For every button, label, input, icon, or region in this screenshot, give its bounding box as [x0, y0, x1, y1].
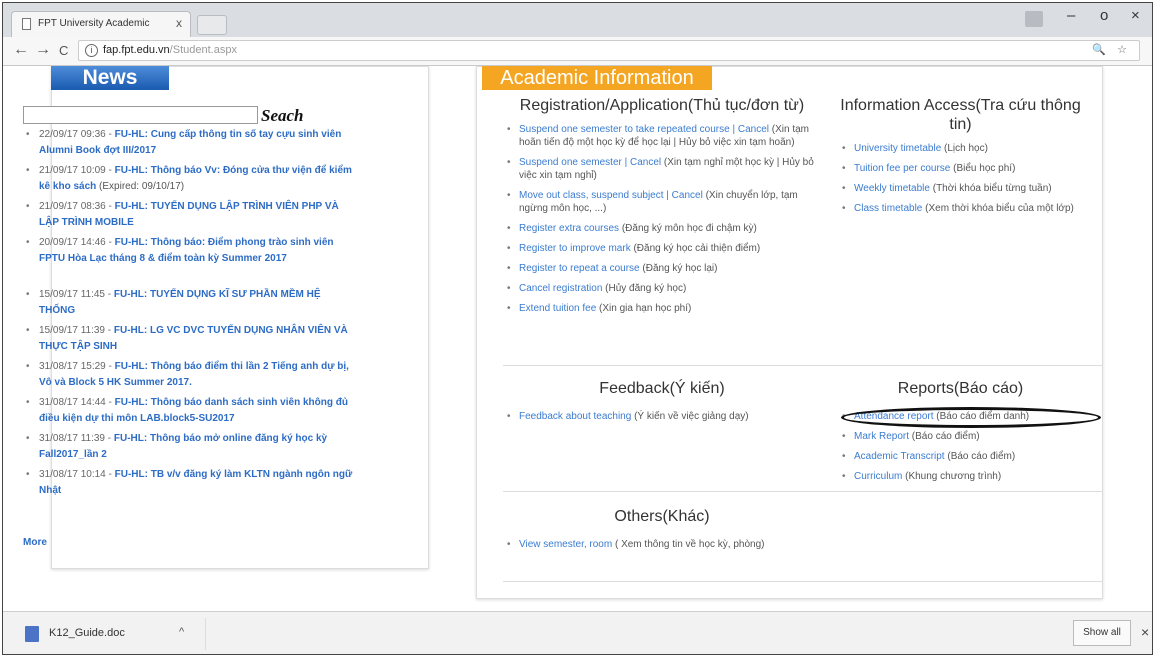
others-list: View semester, room ( Xem thông tin về h… — [503, 538, 821, 551]
news-item: 31/08/17 10:14 - FU-HL: TB v/v đăng ký l… — [23, 467, 353, 503]
list-item: Class timetable (Xem thời khóa biểu của … — [838, 202, 1093, 215]
page-icon — [22, 18, 31, 30]
list-item: Mark Report (Báo cáo điểm) — [838, 430, 1093, 443]
news-item: 31/08/17 11:39 - FU-HL: Thông báo mở onl… — [23, 431, 353, 467]
mark-report-link[interactable]: Mark Report — [854, 431, 909, 442]
section-divider — [503, 581, 1103, 582]
registration-link[interactable]: Cancel registration — [519, 283, 602, 294]
section-divider — [503, 365, 1103, 366]
minimize-button[interactable]: – — [1067, 7, 1075, 24]
list-item: University timetable (Lịch học) — [838, 142, 1093, 155]
url-path: /Student.aspx — [169, 44, 237, 56]
registration-link[interactable]: Suspend one semester to take repeated co… — [519, 124, 769, 135]
others-link[interactable]: View semester, room — [519, 539, 612, 550]
news-item: 15/09/17 11:45 - FU-HL: TUYỂN DỤNG KĨ SƯ… — [23, 287, 353, 323]
tab-close-icon[interactable]: x — [176, 16, 182, 30]
address-toolbar: ← → C i fap.fpt.edu.vn/Student.aspx 🔍 ☆ — [3, 37, 1152, 66]
news-search-input[interactable] — [23, 106, 258, 124]
chevron-up-icon[interactable]: ^ — [179, 626, 184, 638]
list-item: Cancel registration (Hủy đăng ký học) — [503, 282, 821, 295]
reload-button[interactable]: C — [59, 43, 68, 58]
information-link[interactable]: University timetable — [854, 143, 941, 154]
registration-link[interactable]: Extend tuition fee — [519, 303, 596, 314]
list-item: Suspend one semester | Cancel (Xin tạm n… — [503, 156, 821, 182]
list-item: Feedback about teaching (Ý kiến về việc … — [503, 410, 821, 423]
registration-link[interactable]: Register to improve mark — [519, 243, 631, 254]
registration-list: Suspend one semester to take repeated co… — [503, 123, 821, 315]
list-item: Register to improve mark (Đăng ký học cả… — [503, 242, 821, 255]
feedback-list: Feedback about teaching (Ý kiến về việc … — [503, 410, 821, 423]
download-bar: K12_Guide.doc ^ Show all × — [3, 611, 1152, 654]
list-item: Tuition fee per course (Biểu học phí) — [838, 162, 1093, 175]
download-file-name[interactable]: K12_Guide.doc — [49, 627, 125, 639]
list-item: Move out class, suspend subject | Cancel… — [503, 189, 821, 215]
registration-title: Registration/Application(Thủ tục/đơn từ) — [519, 97, 805, 114]
academic-transcript-link[interactable]: Academic Transcript — [854, 451, 945, 462]
browser-tab[interactable]: FPT University Academic x — [11, 11, 191, 37]
tab-strip: FPT University Academic x – o × — [3, 3, 1152, 37]
information-link[interactable]: Tuition fee per course — [854, 163, 950, 174]
registration-section: Registration/Application(Thủ tục/đơn từ)… — [503, 96, 821, 322]
list-item: Register extra courses (Đăng ký môn học … — [503, 222, 821, 235]
information-title: Information Access(Tra cứu thông tin) — [840, 97, 1081, 133]
close-icon[interactable]: × — [1141, 624, 1149, 640]
close-window-button[interactable]: × — [1131, 7, 1140, 24]
information-section: Information Access(Tra cứu thông tin) Un… — [828, 96, 1093, 222]
news-more-link[interactable]: More — [23, 537, 47, 548]
list-item: Suspend one semester to take repeated co… — [503, 123, 821, 149]
news-item: 21/09/17 10:09 - FU-HL: Thông báo Vv: Đó… — [23, 163, 353, 199]
list-item: Extend tuition fee (Xin gia hạn học phí) — [503, 302, 821, 315]
address-bar-actions[interactable]: 🔍 ☆ — [1092, 43, 1131, 56]
reports-section: Reports(Báo cáo) Attendance report (Báo … — [828, 379, 1093, 490]
news-title: News — [51, 66, 169, 90]
registration-link[interactable]: Register to repeat a course — [519, 263, 640, 274]
information-list: University timetable (Lịch học) Tuition … — [828, 142, 1093, 215]
news-item: 31/08/17 14:44 - FU-HL: Thông báo danh s… — [23, 395, 353, 431]
feedback-section: Feedback(Ý kiến) Feedback about teaching… — [503, 379, 821, 430]
list-item: View semester, room ( Xem thông tin về h… — [503, 538, 821, 551]
information-link[interactable]: Class timetable — [854, 203, 922, 214]
news-item: 21/09/17 08:36 - FU-HL: TUYỂN DỤNG LẬP T… — [23, 199, 353, 235]
page-viewport: News Seach 22/09/17 09:36 - FU-HL: Cung … — [3, 66, 1152, 611]
highlight-ellipse — [841, 407, 1101, 428]
news-item: 15/09/17 11:39 - FU-HL: LG VC DVC TUYỂN … — [23, 323, 353, 359]
info-icon[interactable]: i — [85, 44, 98, 57]
registration-link[interactable]: Register extra courses — [519, 223, 619, 234]
tab-title: FPT University Academic — [38, 18, 150, 29]
curriculum-link[interactable]: Curriculum — [854, 471, 902, 482]
maximize-button[interactable]: o — [1100, 7, 1108, 24]
reports-title: Reports(Báo cáo) — [897, 380, 1024, 397]
news-list: 22/09/17 09:36 - FU-HL: Cung cấp thông t… — [23, 127, 353, 503]
new-tab-button[interactable] — [197, 15, 227, 35]
feedback-title: Feedback(Ý kiến) — [599, 380, 725, 397]
back-button[interactable]: ← — [13, 41, 29, 59]
feedback-link[interactable]: Feedback about teaching — [519, 411, 631, 422]
academic-title: Academic Information — [482, 66, 712, 90]
registration-link[interactable]: Move out class, suspend subject | Cancel — [519, 190, 703, 201]
registration-link[interactable]: Suspend one semester | Cancel — [519, 157, 661, 168]
forward-button[interactable]: → — [35, 41, 51, 59]
show-all-button[interactable]: Show all — [1073, 620, 1131, 646]
list-item: Weekly timetable (Thời khóa biểu từng tu… — [838, 182, 1093, 195]
list-item: Curriculum (Khung chương trình) — [838, 470, 1093, 483]
url-text: fap.fpt.edu.vn/Student.aspx — [103, 44, 237, 56]
others-title: Others(Khác) — [614, 508, 710, 525]
browser-window: FPT University Academic x – o × ← → C i … — [2, 2, 1153, 655]
news-item: 20/09/17 14:46 - FU-HL: Thông báo: Điểm … — [23, 235, 353, 287]
section-divider — [503, 491, 1103, 492]
news-item: 31/08/17 15:29 - FU-HL: Thông báo điểm t… — [23, 359, 353, 395]
divider — [205, 618, 206, 650]
list-item: Register to repeat a course (Đăng ký học… — [503, 262, 821, 275]
doc-file-icon — [25, 626, 39, 642]
information-link[interactable]: Weekly timetable — [854, 183, 930, 194]
news-search-button[interactable]: Seach — [261, 106, 304, 126]
others-section: Others(Khác) View semester, room ( Xem t… — [503, 507, 821, 558]
address-bar[interactable]: i fap.fpt.edu.vn/Student.aspx 🔍 ☆ — [78, 40, 1140, 61]
news-item: 22/09/17 09:36 - FU-HL: Cung cấp thông t… — [23, 127, 353, 163]
list-item: Academic Transcript (Báo cáo điểm) — [838, 450, 1093, 463]
profile-icon[interactable] — [1025, 11, 1043, 27]
url-host: fap.fpt.edu.vn — [103, 44, 170, 56]
